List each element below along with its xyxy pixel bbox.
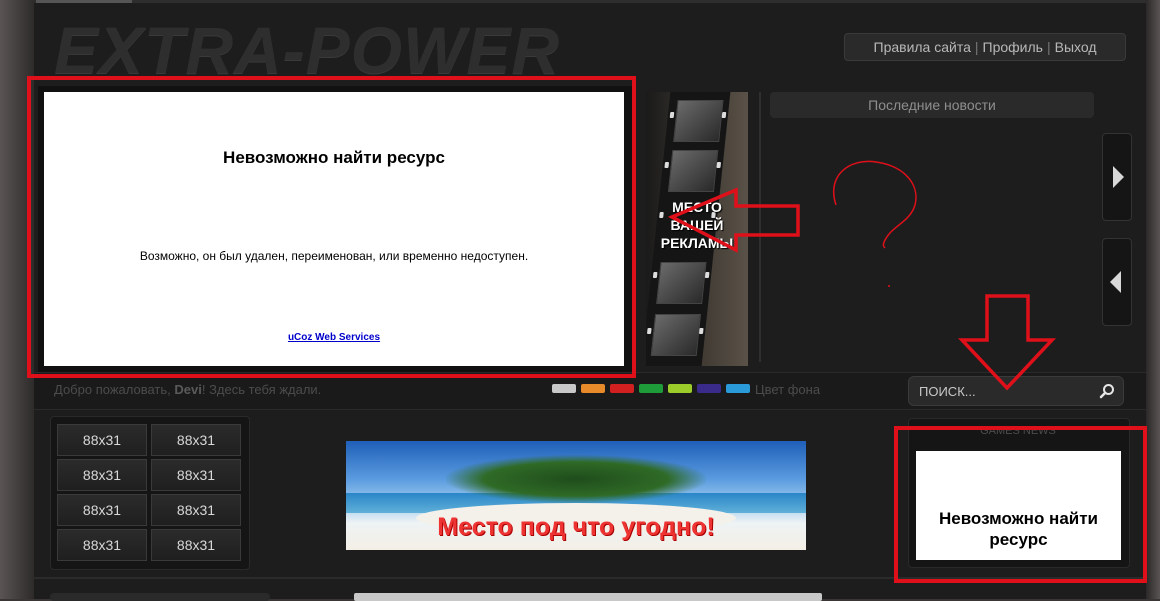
annotation-highlight-box <box>894 426 1147 583</box>
arrow-right-icon <box>1113 166 1124 188</box>
theme-color-label: Цвет фона <box>755 382 821 397</box>
partner-button[interactable]: 88x31 <box>57 494 147 526</box>
theme-swatch-gray[interactable] <box>552 384 576 393</box>
theme-swatch-orange[interactable] <box>581 384 605 393</box>
nav-link-profile[interactable]: Профиль <box>983 39 1043 55</box>
news-prev-button[interactable] <box>1102 238 1132 326</box>
bottom-left-bar <box>50 593 270 601</box>
search-icon[interactable] <box>1099 383 1115 399</box>
theme-swatch-red[interactable] <box>610 384 634 393</box>
partner-button[interactable]: 88x31 <box>57 529 147 561</box>
banner-island-trees <box>446 455 706 503</box>
username[interactable]: Devi <box>174 382 201 397</box>
promo-banner[interactable]: Место под что угодно! <box>346 441 806 550</box>
annotation-highlight-box <box>27 76 636 378</box>
search-input[interactable] <box>919 377 1089 405</box>
right-background <box>1146 0 1160 599</box>
news-next-button[interactable] <box>1102 133 1132 221</box>
banner-text: Место под что угодно! <box>437 513 715 541</box>
theme-swatch-blue[interactable] <box>726 384 750 393</box>
theme-swatch-purple[interactable] <box>697 384 721 393</box>
partner-button[interactable]: 88x31 <box>151 459 241 491</box>
welcome-text: Добро пожаловать, Devi! Здесь тебя ждали… <box>54 382 322 397</box>
nav-link-rules[interactable]: Правила сайта <box>874 39 971 55</box>
partner-button[interactable]: 88x31 <box>151 494 241 526</box>
theme-swatch-lime[interactable] <box>668 384 692 393</box>
arrow-left-icon <box>1110 271 1121 293</box>
partner-button[interactable]: 88x31 <box>151 529 241 561</box>
nav-separator: | <box>974 39 979 55</box>
top-border <box>34 0 1146 3</box>
latest-news-header: Последние новости <box>770 92 1094 118</box>
partner-button[interactable]: 88x31 <box>57 459 147 491</box>
ad-text: МЕСТО ВАШЕЙ РЕКЛАМЫ <box>660 199 734 251</box>
bottom-center-bar <box>354 593 822 601</box>
nav-link-logout[interactable]: Выход <box>1055 39 1097 55</box>
ad-banner-vertical[interactable]: МЕСТО ВАШЕЙ РЕКЛАМЫ <box>646 92 748 366</box>
search-box <box>908 376 1124 406</box>
top-navigation: Правила сайта | Профиль | Выход <box>844 33 1126 61</box>
partner-button[interactable]: 88x31 <box>151 424 241 456</box>
top-tab <box>36 0 132 3</box>
partner-button[interactable]: 88x31 <box>57 424 147 456</box>
nav-separator: | <box>1046 39 1051 55</box>
vertical-divider <box>759 92 761 362</box>
theme-swatch-green[interactable] <box>639 384 663 393</box>
